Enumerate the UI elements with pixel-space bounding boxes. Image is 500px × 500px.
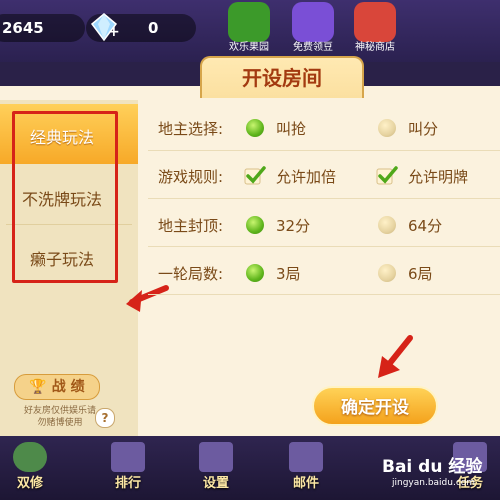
option-label: 允许明牌 — [408, 168, 469, 186]
radio-cap-32[interactable] — [246, 216, 264, 234]
option-label: 允许加倍 — [276, 168, 337, 186]
divider — [148, 150, 500, 151]
dialog-title: 开设房间 — [200, 56, 364, 98]
coin-balance: 2645 — [0, 14, 85, 42]
divider — [148, 294, 500, 295]
highlight-box — [12, 111, 118, 283]
bottom-nav-label: 双修 — [16, 476, 43, 491]
bottom-nav-label: 邮件 — [292, 476, 319, 491]
radio-call-score[interactable] — [378, 119, 396, 137]
row-label-landlord: 地主选择: — [158, 120, 224, 138]
trophy-icon: 🏆 — [29, 379, 47, 395]
option-label: 64分 — [408, 217, 443, 235]
red-arrow-icon — [378, 335, 413, 378]
entertainment-notice: 好友房仅供娱乐请勿赌博使用 — [23, 406, 96, 428]
bottom-nav-mail[interactable]: 邮件 — [276, 440, 336, 491]
option-label: 叫分 — [408, 120, 439, 138]
bottom-nav-label: 设置 — [202, 476, 229, 491]
checkmark-icon[interactable] — [376, 165, 398, 185]
record-label: 战 绩 — [51, 379, 85, 395]
gear-icon — [199, 442, 233, 472]
avatar-icon — [13, 442, 47, 472]
fruit-tree-icon — [228, 2, 270, 42]
option-label: 3局 — [276, 265, 301, 283]
red-arrow-icon — [126, 285, 169, 312]
bottom-nav-ranking[interactable]: 排行 — [98, 440, 158, 491]
top-nav-free-beans[interactable]: 免费领豆 — [280, 2, 346, 58]
record-button[interactable]: 🏆 战 绩 — [14, 374, 100, 400]
divider — [148, 246, 500, 247]
mail-icon — [289, 442, 323, 472]
checkmark-icon[interactable] — [244, 165, 266, 185]
top-nav-fruit-garden[interactable]: 欢乐果园 — [216, 2, 282, 58]
bottom-nav-avatar[interactable]: 双修 — [0, 440, 60, 491]
bottom-nav-settings[interactable]: 设置 — [186, 440, 246, 491]
watermark-url: jingyan.baidu.com — [392, 478, 476, 488]
row-label-rules: 游戏规则: — [158, 168, 224, 186]
top-nav-label: 神秘商店 — [355, 42, 395, 53]
confirm-create-button[interactable]: 确定开设 — [312, 386, 438, 426]
top-nav-mystery-shop[interactable]: 神秘商店 — [342, 2, 408, 58]
baidu-jingyan-logo: Bai du 经验 — [382, 457, 483, 477]
bar-chart-icon — [111, 442, 145, 472]
radio-cap-64[interactable] — [378, 216, 396, 234]
divider — [148, 198, 500, 199]
top-nav-label: 免费领豆 — [293, 42, 333, 53]
row-label-cap: 地主封顶: — [158, 217, 224, 235]
gem-count: 0 — [148, 19, 159, 37]
top-nav-label: 欢乐果园 — [229, 42, 269, 53]
video-play-icon — [292, 2, 334, 42]
row-label-rounds: 一轮局数: — [158, 265, 224, 283]
bottom-nav-label: 排行 — [114, 476, 141, 491]
option-label: 6局 — [408, 265, 433, 283]
add-gems-button[interactable]: + — [108, 24, 120, 40]
radio-rounds-3[interactable] — [246, 264, 264, 282]
help-button[interactable]: ? — [95, 408, 115, 428]
shop-icon — [354, 2, 396, 42]
radio-rounds-6[interactable] — [378, 264, 396, 282]
radio-call-grab[interactable] — [246, 119, 264, 137]
option-label: 32分 — [276, 217, 311, 235]
option-label: 叫抢 — [276, 120, 307, 138]
